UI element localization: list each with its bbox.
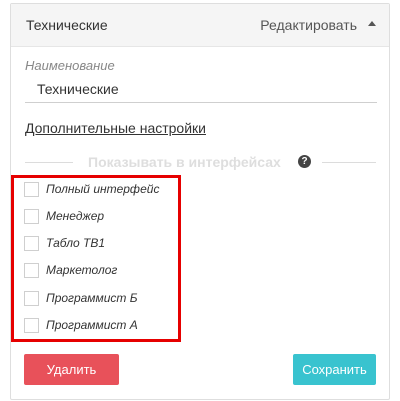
name-input[interactable] <box>25 76 377 103</box>
name-field-label: Наименование <box>25 58 115 73</box>
checkbox[interactable] <box>24 182 39 197</box>
checkbox[interactable] <box>24 291 39 306</box>
help-icon[interactable]: ? <box>298 155 311 168</box>
panel-header: Технические Редактировать <box>11 4 389 47</box>
checkbox-label[interactable]: Программист Б <box>46 291 138 305</box>
panel-title: Технические <box>26 17 108 33</box>
caret-up-icon[interactable] <box>368 21 376 26</box>
highlight-annotation-box <box>11 175 181 342</box>
save-button[interactable]: Сохранить <box>293 354 376 385</box>
checkbox-label[interactable]: Полный интерфейс <box>46 182 159 196</box>
interfaces-section-title: Показывать в интерфейсах <box>88 154 281 170</box>
checkbox[interactable] <box>24 263 39 278</box>
section-divider-right <box>322 162 376 163</box>
checkbox-label[interactable]: Менеджер <box>46 209 104 223</box>
extra-settings-link[interactable]: Дополнительные настройки <box>25 120 206 136</box>
checkbox-label[interactable]: Программист А <box>46 318 138 332</box>
delete-button[interactable]: Удалить <box>24 354 119 385</box>
checkbox[interactable] <box>24 209 39 224</box>
checkbox[interactable] <box>24 236 39 251</box>
checkbox-label[interactable]: Табло ТВ1 <box>46 236 105 250</box>
checkbox[interactable] <box>24 318 39 333</box>
checkbox-label[interactable]: Маркетолог <box>46 263 117 277</box>
section-divider-left <box>25 162 73 163</box>
edit-toggle-button[interactable]: Редактировать <box>260 17 357 33</box>
